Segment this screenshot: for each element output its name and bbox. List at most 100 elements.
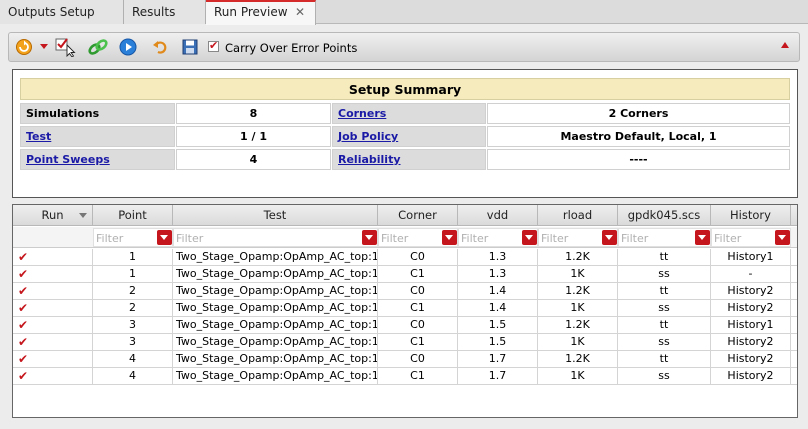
run-cell (13, 249, 93, 266)
cell-gpdk: tt (618, 317, 711, 334)
cell-history: History1 (711, 249, 791, 266)
filter-history[interactable]: Filter (711, 228, 791, 247)
column-header-point[interactable]: Point (93, 205, 173, 226)
summary-label-corners: Corners (332, 103, 486, 124)
filter-point[interactable]: Filter (93, 228, 173, 247)
cell-gpdk: tt (618, 351, 711, 368)
tab-results[interactable]: Results (124, 0, 206, 24)
cell-rload: 1K (538, 334, 618, 351)
dropdown-arrow-icon[interactable] (39, 38, 49, 56)
filter-corner[interactable]: Filter (378, 228, 458, 247)
filter-dropdown-icon[interactable] (695, 230, 710, 245)
cell-corner: C1 (378, 300, 458, 317)
column-header-corner[interactable]: Corner (378, 205, 458, 226)
filter-placeholder: Filter (96, 232, 124, 245)
run-checkbox[interactable] (18, 300, 29, 316)
run-cell (13, 351, 93, 368)
summary-label-simulations: Simulations (20, 103, 175, 124)
reliability-link[interactable]: Reliability (338, 153, 401, 166)
cell-gpdk: tt (618, 249, 711, 266)
run-cell (13, 283, 93, 300)
table-row[interactable]: 1Two_Stage_Opamp:OpAmp_AC_top:1C01.31.2K… (13, 249, 797, 266)
summary-label-point-sweeps: Point Sweeps (20, 149, 175, 170)
setup-summary-title: Setup Summary (20, 78, 790, 100)
run-checkbox[interactable] (18, 334, 29, 350)
toolbar: Carry Over Error Points (8, 32, 800, 62)
filter-placeholder: Filter (621, 232, 649, 245)
job-policy-link[interactable]: Job Policy (338, 130, 398, 143)
run-cell (13, 368, 93, 385)
run-cell (13, 266, 93, 283)
filter-vdd[interactable]: Filter (458, 228, 538, 247)
cell-gpdk: ss (618, 368, 711, 385)
run-options-icon[interactable] (15, 38, 33, 56)
play-icon[interactable] (119, 38, 137, 56)
filter-dropdown-icon[interactable] (775, 230, 790, 245)
run-checkbox[interactable] (18, 283, 29, 299)
column-header-vdd[interactable]: vdd (458, 205, 538, 226)
filter-dropdown-icon[interactable] (362, 230, 377, 245)
table-row[interactable]: 1Two_Stage_Opamp:OpAmp_AC_top:1C11.31Kss… (13, 266, 797, 283)
column-header-gpdk045[interactable]: gpdk045.scs (618, 205, 711, 226)
column-header-test[interactable]: Test (173, 205, 378, 226)
filter-dropdown-icon[interactable] (157, 230, 172, 245)
select-points-icon[interactable] (55, 38, 77, 57)
cell-rload: 1K (538, 266, 618, 283)
cell-point: 3 (93, 334, 173, 351)
filter-dropdown-icon[interactable] (522, 230, 537, 245)
cell-rload: 1.2K (538, 317, 618, 334)
run-checkbox[interactable] (18, 368, 29, 384)
table-row[interactable]: 2Two_Stage_Opamp:OpAmp_AC_top:1C01.41.2K… (13, 283, 797, 300)
table-row[interactable]: 4Two_Stage_Opamp:OpAmp_AC_top:1C01.71.2K… (13, 351, 797, 368)
table-row[interactable]: 3Two_Stage_Opamp:OpAmp_AC_top:1C11.51Kss… (13, 334, 797, 351)
cell-corner: C1 (378, 334, 458, 351)
collapse-toolbar-icon[interactable] (781, 42, 789, 48)
tab-run-preview[interactable]: Run Preview ✕ (206, 0, 316, 25)
cell-history: History2 (711, 334, 791, 351)
cell-point: 4 (93, 351, 173, 368)
table-row[interactable]: 3Two_Stage_Opamp:OpAmp_AC_top:1C01.51.2K… (13, 317, 797, 334)
cell-gpdk: ss (618, 266, 711, 283)
cell-point: 1 (93, 249, 173, 266)
filter-placeholder: Filter (541, 232, 569, 245)
summary-label-job-policy: Job Policy (332, 126, 486, 147)
run-cell (13, 334, 93, 351)
filter-rload[interactable]: Filter (538, 228, 618, 247)
corners-link[interactable]: Corners (338, 107, 386, 120)
save-icon[interactable] (181, 38, 199, 56)
cell-corner: C1 (378, 368, 458, 385)
filter-row: Filter Filter Filter Filter Filter Filte… (13, 227, 797, 248)
cell-rload: 1.2K (538, 249, 618, 266)
undo-icon[interactable] (151, 38, 169, 56)
carry-over-checkbox[interactable] (208, 39, 219, 52)
column-header-history[interactable]: History (711, 205, 791, 226)
point-sweeps-link[interactable]: Point Sweeps (26, 153, 110, 166)
table-row[interactable]: 4Two_Stage_Opamp:OpAmp_AC_top:1C11.71Kss… (13, 368, 797, 385)
setup-summary-panel: Setup Summary Simulations 8 Corners 2 Co… (12, 69, 798, 198)
tab-outputs-setup[interactable]: Outputs Setup (0, 0, 124, 24)
run-checkbox[interactable] (18, 317, 29, 333)
filter-gpdk045[interactable]: Filter (618, 228, 711, 247)
tab-run-preview-label: Run Preview (214, 5, 288, 19)
cell-vdd: 1.4 (458, 283, 538, 300)
filter-placeholder: Filter (714, 232, 742, 245)
filter-placeholder: Filter (381, 232, 409, 245)
table-row[interactable]: 2Two_Stage_Opamp:OpAmp_AC_top:1C11.41Kss… (13, 300, 797, 317)
link-icon[interactable] (87, 38, 109, 56)
cell-gpdk: ss (618, 300, 711, 317)
run-checkbox[interactable] (18, 249, 29, 265)
cell-rload: 1.2K (538, 283, 618, 300)
column-header-rload[interactable]: rload (538, 205, 618, 226)
column-header-run[interactable]: Run (13, 205, 93, 226)
filter-dropdown-icon[interactable] (602, 230, 617, 245)
cell-corner: C0 (378, 283, 458, 300)
filter-dropdown-icon[interactable] (442, 230, 457, 245)
close-icon[interactable]: ✕ (295, 2, 305, 22)
test-link[interactable]: Test (26, 130, 51, 143)
run-checkbox[interactable] (18, 266, 29, 282)
cell-test: Two_Stage_Opamp:OpAmp_AC_top:1 (173, 334, 378, 351)
cell-test: Two_Stage_Opamp:OpAmp_AC_top:1 (173, 351, 378, 368)
sort-arrow-icon[interactable] (79, 213, 87, 218)
filter-test[interactable]: Filter (173, 228, 378, 247)
run-checkbox[interactable] (18, 351, 29, 367)
